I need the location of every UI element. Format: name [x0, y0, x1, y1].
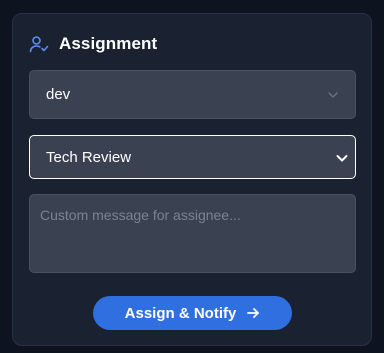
assign-notify-button[interactable]: Assign & Notify [93, 296, 292, 330]
user-check-icon [29, 36, 49, 53]
assignee-select-value: dev [46, 86, 71, 103]
chevron-down-icon [328, 92, 338, 98]
template-select-value: Tech Review [46, 148, 132, 166]
custom-message-input[interactable]: Custom message for assignee... [29, 194, 356, 273]
chevron-down-icon [336, 155, 348, 162]
arrow-right-icon [247, 308, 260, 318]
assign-notify-label: Assign & Notify [124, 304, 237, 322]
assignee-select[interactable]: dev [29, 70, 356, 119]
template-select[interactable]: Tech Review [29, 135, 356, 179]
custom-message-placeholder: Custom message for assignee... [40, 207, 241, 223]
panel-title: Assignment [59, 34, 158, 53]
assignment-panel: Assignment dev Tech Review Custom messag… [12, 13, 372, 346]
panel-header: Assignment [29, 32, 157, 56]
